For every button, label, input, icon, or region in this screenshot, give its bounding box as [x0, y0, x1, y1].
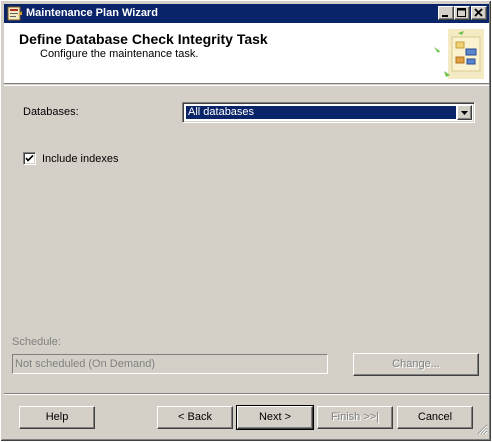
databases-label: Databases: — [23, 106, 79, 118]
databases-selected-value: All databases — [186, 106, 456, 119]
title-bar[interactable]: Maintenance Plan Wizard — [4, 4, 489, 23]
checkmark-icon — [25, 154, 34, 162]
chevron-down-icon — [461, 111, 468, 115]
schedule-field: Not scheduled (On Demand) — [12, 354, 328, 374]
schedule-label: Schedule: — [12, 336, 61, 348]
page-subtitle: Configure the maintenance task. — [40, 48, 199, 60]
minimize-button[interactable] — [438, 6, 454, 20]
include-indexes-checkbox[interactable] — [23, 152, 36, 165]
close-icon — [474, 8, 483, 17]
maximize-button[interactable] — [454, 6, 470, 20]
next-button[interactable]: Next > — [236, 405, 314, 430]
cancel-button[interactable]: Cancel — [397, 406, 473, 429]
minimize-icon — [442, 15, 448, 17]
wizard-window: Maintenance Plan Wizard Define Database … — [0, 0, 492, 442]
include-indexes-label[interactable]: Include indexes — [42, 153, 118, 165]
page-title: Define Database Check Integrity Task — [19, 31, 268, 47]
databases-dropdown[interactable]: All databases — [182, 102, 475, 123]
maximize-icon — [457, 8, 466, 17]
wizard-graphic-icon — [430, 25, 486, 86]
back-button[interactable]: < Back — [157, 406, 233, 429]
resize-grip-icon[interactable] — [477, 424, 488, 438]
close-button[interactable] — [471, 6, 487, 20]
help-button[interactable]: Help — [19, 406, 95, 429]
schedule-value: Not scheduled (On Demand) — [15, 358, 156, 370]
change-schedule-button[interactable]: Change... — [353, 353, 479, 376]
finish-button[interactable]: Finish >>| — [317, 406, 393, 429]
header-divider — [4, 85, 489, 86]
window-title: Maintenance Plan Wizard — [26, 7, 158, 19]
databases-dropdown-button[interactable] — [457, 105, 472, 120]
wizard-app-icon — [7, 6, 23, 21]
footer-divider-highlight — [4, 394, 489, 395]
wizard-header: Define Database Check Integrity Task Con… — [4, 23, 489, 84]
